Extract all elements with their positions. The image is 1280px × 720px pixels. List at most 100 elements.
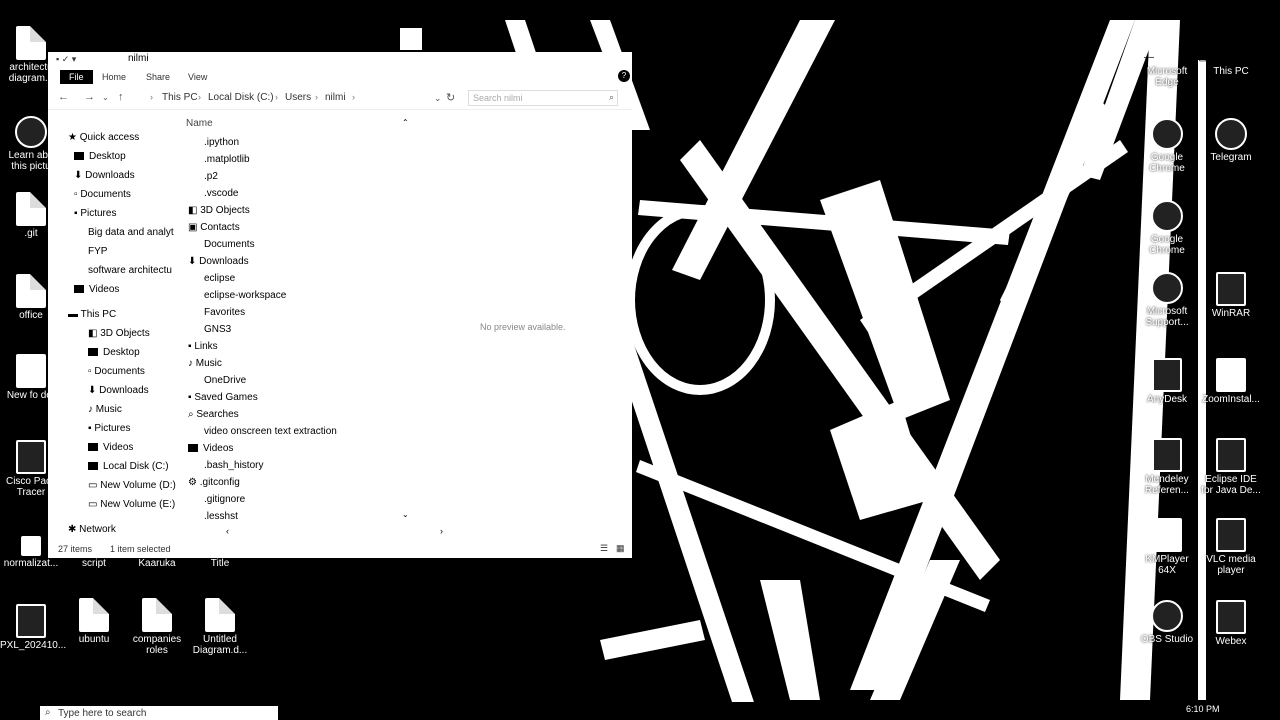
- desktop-icon-companies-roles[interactable]: companies roles: [126, 598, 188, 656]
- taskbar-search-input[interactable]: ⌕ Type here to search: [40, 706, 278, 720]
- desktop-icon-edge[interactable]: Microsoft Edge: [1136, 66, 1198, 88]
- minimize-button[interactable]: —: [1144, 52, 1154, 63]
- large-icons-view-icon[interactable]: ▦: [616, 543, 625, 554]
- breadcrumb-this-pc[interactable]: This PC: [162, 92, 198, 103]
- list-item[interactable]: .gitignore: [204, 494, 245, 505]
- desktop-icon-pxl-image[interactable]: PXL_202410...: [0, 604, 66, 651]
- list-item[interactable]: GNS3: [204, 324, 231, 335]
- list-item[interactable]: OneDrive: [204, 375, 246, 386]
- list-item[interactable]: Favorites: [204, 307, 245, 318]
- desktop-icon-anydesk[interactable]: AnyDesk: [1136, 358, 1198, 405]
- list-item[interactable]: .matplotlib: [204, 154, 250, 165]
- list-item[interactable]: .p2: [204, 171, 218, 182]
- nav-network[interactable]: ✱ Network: [68, 524, 116, 535]
- list-item[interactable]: video onscreen text extraction: [204, 426, 337, 437]
- breadcrumb-local-disk[interactable]: Local Disk (C:): [208, 92, 274, 103]
- window-titlebar[interactable]: ▪ ✓ ▾ nilmi: [48, 52, 632, 68]
- close-button[interactable]: ✕: [1236, 52, 1244, 63]
- nav-pc-music[interactable]: ♪ Music: [88, 404, 122, 415]
- list-item[interactable]: eclipse: [204, 273, 235, 284]
- list-item[interactable]: ♪ Music: [188, 358, 222, 369]
- help-icon[interactable]: ?: [618, 70, 630, 82]
- desktop-icon-telegram[interactable]: Telegram: [1200, 118, 1262, 163]
- breadcrumb-nilmi[interactable]: nilmi: [325, 92, 346, 103]
- desktop-icon-untitled-diagram[interactable]: Untitled Diagram.d...: [189, 598, 251, 656]
- list-item[interactable]: ▪ Links: [188, 341, 218, 352]
- list-item[interactable]: eclipse-workspace: [204, 290, 286, 301]
- list-item[interactable]: .lesshst: [204, 511, 238, 522]
- tab-home[interactable]: Home: [102, 72, 126, 82]
- search-input[interactable]: Search nilmi ⌕: [468, 90, 618, 106]
- column-header-name[interactable]: Name: [186, 118, 213, 129]
- nav-qa-pictures[interactable]: ▪ Pictures✓: [74, 208, 116, 219]
- address-dropdown-chevron-icon[interactable]: ⌄: [434, 93, 442, 104]
- document-icon: [21, 536, 41, 556]
- nav-qa-desktop[interactable]: Desktop✓: [74, 151, 126, 162]
- scroll-right-icon[interactable]: ›: [440, 526, 443, 536]
- desktop-icon-obs-studio[interactable]: OBS Studio: [1136, 600, 1198, 645]
- desktop-icon-kaaruka[interactable]: Kaaruka: [126, 558, 188, 569]
- nav-pc-3d-objects[interactable]: ◧ 3D Objects: [88, 328, 150, 339]
- list-item[interactable]: ⌕ Searches: [188, 409, 239, 420]
- list-item[interactable]: ◧ 3D Objects: [188, 205, 250, 216]
- nav-pc-pictures[interactable]: ▪ Pictures: [88, 423, 130, 434]
- desktop-icon-zoom-installer[interactable]: ZoomInstal...: [1200, 358, 1262, 405]
- list-item[interactable]: ▣ Contacts: [188, 222, 240, 233]
- nav-qa-documents[interactable]: ▫ Documents✓: [74, 189, 131, 200]
- vertical-scrollbar[interactable]: ⌃ ⌄: [398, 118, 410, 522]
- start-button[interactable]: [12, 704, 28, 718]
- scroll-up-icon[interactable]: ⌃: [402, 118, 409, 127]
- nav-pc-videos[interactable]: Videos: [88, 442, 133, 453]
- desktop-icon-chrome-2[interactable]: Google Chrome: [1136, 200, 1198, 256]
- desktop-icon-vlc[interactable]: VLC media player: [1200, 518, 1262, 576]
- scroll-down-icon[interactable]: ⌄: [402, 510, 409, 519]
- nav-pc-desktop[interactable]: Desktop: [88, 347, 140, 358]
- desktop-icon-chrome[interactable]: Google Chrome: [1136, 118, 1198, 174]
- list-item[interactable]: Documents: [204, 239, 255, 250]
- quick-access-toolbar[interactable]: ▪ ✓ ▾: [56, 54, 76, 65]
- desktop-icon-this-pc[interactable]: This PC: [1200, 66, 1262, 77]
- details-view-icon[interactable]: ☰: [600, 543, 608, 554]
- maximize-button[interactable]: ▢: [1198, 52, 1207, 63]
- list-item[interactable]: ⚙ .gitconfig: [188, 477, 240, 488]
- list-item[interactable]: .ipython: [204, 137, 239, 148]
- refresh-icon[interactable]: ↻: [446, 91, 455, 104]
- nav-pc-downloads[interactable]: ⬇ Downloads: [88, 385, 149, 396]
- scroll-left-icon[interactable]: ‹: [226, 526, 229, 536]
- desktop-icon-winrar[interactable]: WinRAR: [1200, 272, 1262, 319]
- horizontal-scrollbar[interactable]: ‹ ›: [182, 526, 443, 538]
- nav-qa-downloads[interactable]: ⬇ Downloads✓: [74, 170, 135, 181]
- nav-qa-software-architecture[interactable]: software architectu: [88, 265, 172, 276]
- tab-share[interactable]: Share: [146, 72, 170, 82]
- taskbar-clock[interactable]: 6:10 PM: [1186, 704, 1220, 714]
- nav-qa-videos[interactable]: Videos: [74, 284, 119, 295]
- nav-pc-new-volume-e[interactable]: ▭ New Volume (E:): [88, 499, 175, 510]
- list-item[interactable]: Videos: [188, 443, 233, 454]
- tab-view[interactable]: View: [188, 72, 207, 82]
- list-item[interactable]: .bash_history: [204, 460, 263, 471]
- desktop-icon-script[interactable]: script: [63, 558, 125, 569]
- desktop-icon-webex[interactable]: Webex: [1200, 600, 1262, 647]
- nav-pc-new-volume-d[interactable]: ▭ New Volume (D:): [88, 480, 176, 491]
- nav-pc-local-disk-c[interactable]: Local Disk (C:): [88, 461, 169, 472]
- nav-this-pc[interactable]: ▬ This PC: [68, 309, 116, 320]
- nav-pc-documents[interactable]: ▫ Documents: [88, 366, 145, 377]
- desktop-icon-eclipse[interactable]: Eclipse IDE for Java De...: [1200, 438, 1262, 496]
- list-item[interactable]: .vscode: [204, 188, 238, 199]
- back-arrow-icon[interactable]: ←: [58, 91, 69, 103]
- forward-arrow-icon[interactable]: →: [84, 91, 95, 103]
- desktop-icon-ubuntu[interactable]: ubuntu: [63, 598, 125, 645]
- list-item[interactable]: ▪ Saved Games: [188, 392, 258, 403]
- nav-qa-big-data[interactable]: Big data and analyt: [88, 227, 174, 238]
- nav-qa-fyp[interactable]: FYP: [88, 246, 107, 257]
- desktop-icon-title[interactable]: Title: [189, 558, 251, 569]
- up-arrow-icon[interactable]: ↑: [118, 91, 124, 103]
- nav-quick-access[interactable]: ★ Quick access: [68, 132, 139, 143]
- list-item[interactable]: ⬇ Downloads: [188, 256, 249, 267]
- desktop-icon-mendeley[interactable]: Mendeley Referen...: [1136, 438, 1198, 496]
- desktop-icon-microsoft-support[interactable]: Microsoft Support...: [1136, 272, 1198, 328]
- desktop-icon-kmplayer[interactable]: KMPlayer 64X: [1136, 518, 1198, 576]
- breadcrumb-users[interactable]: Users: [285, 92, 311, 103]
- recent-locations-chevron-icon[interactable]: ⌄: [102, 93, 109, 102]
- tab-file[interactable]: File: [60, 70, 93, 84]
